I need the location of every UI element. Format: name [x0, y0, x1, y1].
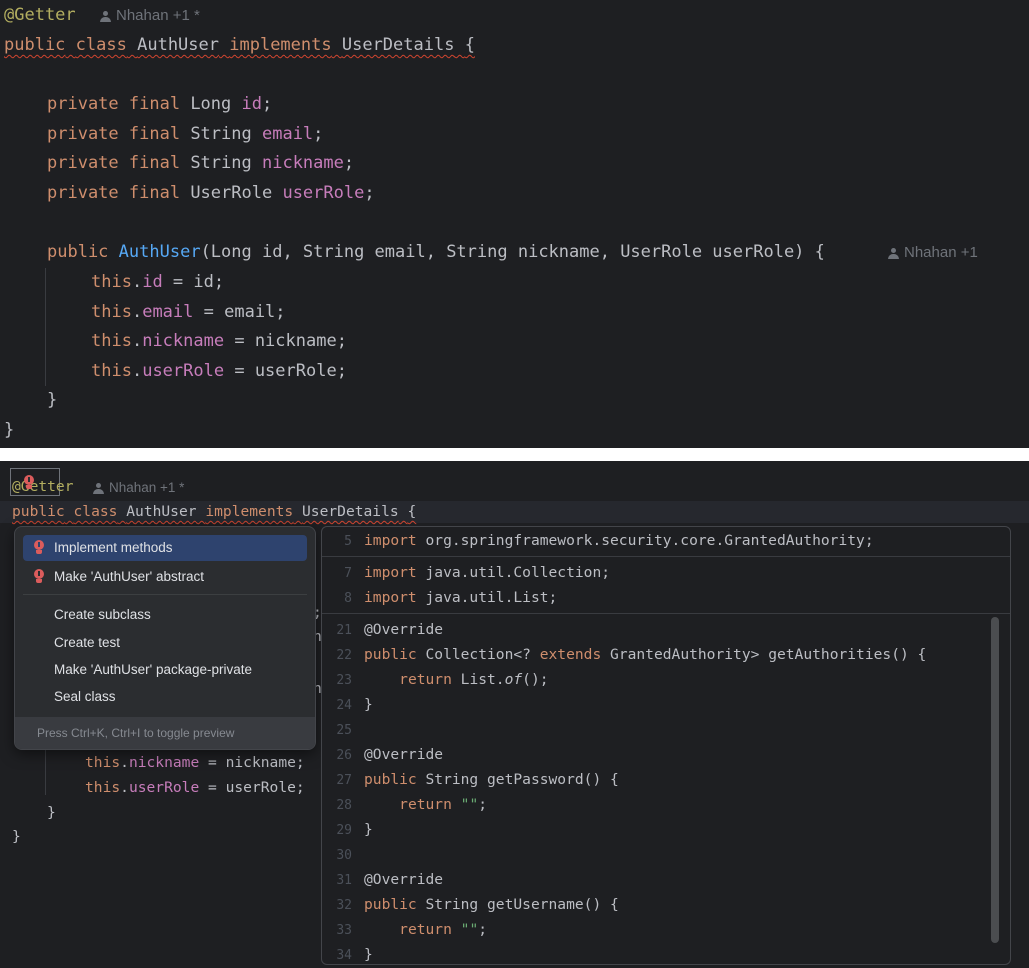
preview-line: 28 return "";: [336, 796, 488, 813]
person-icon: [93, 482, 104, 494]
intention-actions-popup: Implement methods Make 'AuthUser' abstra…: [14, 526, 316, 750]
preview-line: 7 import java.util.Collection;: [344, 564, 611, 581]
indent-guide: [45, 268, 46, 386]
make-package-private-item[interactable]: Make 'AuthUser' package-private: [23, 657, 307, 683]
preview-line: 27 public String getPassword() {: [336, 771, 619, 788]
person-icon: [100, 10, 111, 22]
preview-line: 33 return "";: [336, 921, 488, 938]
create-test-item[interactable]: Create test: [23, 630, 307, 656]
preview-line: 26 @Override: [336, 746, 444, 763]
author-hint[interactable]: Nhahan +1 *: [100, 7, 200, 24]
author-hint[interactable]: Nhahan +1 *: [93, 480, 184, 495]
preview-line: 23 return List.of();: [336, 671, 549, 688]
menu-separator: [23, 594, 307, 595]
red-bulb-icon: [34, 540, 44, 556]
red-bulb-icon[interactable]: [24, 475, 34, 491]
person-icon: [888, 247, 899, 259]
author-hint[interactable]: Nhahan +1: [888, 244, 978, 261]
field-line: private final UserRole userRole;: [47, 183, 375, 203]
assignment-line: this.userRole = userRole;: [85, 779, 305, 796]
bottom-code-editor[interactable]: @Getter Nhahan +1 * public class AuthUse…: [0, 461, 1029, 968]
closing-brace: }: [4, 420, 15, 440]
preview-line: 30: [336, 848, 352, 863]
preview-line: 31 @Override: [336, 871, 444, 888]
preview-separator: [322, 613, 1010, 614]
implement-methods-item[interactable]: Implement methods: [23, 535, 307, 561]
preview-line: 8 import java.util.List;: [344, 589, 558, 606]
top-code-editor[interactable]: @Getter Nhahan +1 * public class AuthUse…: [0, 0, 1029, 448]
intention-preview-pane: 5 import org.springframework.security.cor…: [321, 526, 1011, 965]
preview-line: 32 public String getUsername() {: [336, 896, 619, 913]
preview-separator: [322, 556, 1010, 557]
field-line: private final String nickname;: [47, 153, 355, 173]
getter-annotation: @Getter: [12, 478, 74, 495]
class-declaration: public class AuthUser implements UserDet…: [4, 35, 475, 55]
assignment-line: this.nickname = nickname;: [91, 331, 347, 351]
seal-class-item[interactable]: Seal class: [23, 684, 307, 710]
preview-line: 5 import org.springframework.security.cor…: [344, 532, 874, 549]
preview-line: 24}: [336, 696, 373, 713]
field-line: private final String email;: [47, 124, 324, 144]
indent-guide: [45, 743, 46, 795]
closing-brace: }: [12, 828, 21, 845]
preview-line: 29}: [336, 821, 373, 838]
assignment-line: this.userRole = userRole;: [91, 361, 347, 381]
preview-scrollbar[interactable]: [991, 617, 999, 943]
red-bulb-icon: [34, 569, 44, 585]
closing-brace: }: [47, 804, 56, 821]
assignment-line: this.id = id;: [91, 272, 225, 292]
class-declaration: public class AuthUser implements UserDet…: [12, 503, 417, 520]
preview-line: 21 @Override: [336, 621, 444, 638]
preview-line: 34}: [336, 946, 373, 963]
preview-line: 25: [336, 723, 352, 738]
field-line: private final Long id;: [47, 94, 273, 114]
make-abstract-item[interactable]: Make 'AuthUser' abstract: [23, 564, 307, 590]
preview-line: 22 public Collection<? extends GrantedAut…: [336, 646, 927, 663]
create-subclass-item[interactable]: Create subclass: [23, 602, 307, 628]
constructor-declaration: public AuthUser(Long id, String email, S…: [47, 242, 825, 262]
getter-annotation: @Getter: [4, 5, 76, 25]
popup-footer-hint: Press Ctrl+K, Ctrl+I to toggle preview: [15, 717, 315, 749]
closing-brace: }: [47, 390, 58, 410]
assignment-line: this.email = email;: [91, 302, 286, 322]
assignment-line: this.nickname = nickname;: [85, 754, 305, 771]
